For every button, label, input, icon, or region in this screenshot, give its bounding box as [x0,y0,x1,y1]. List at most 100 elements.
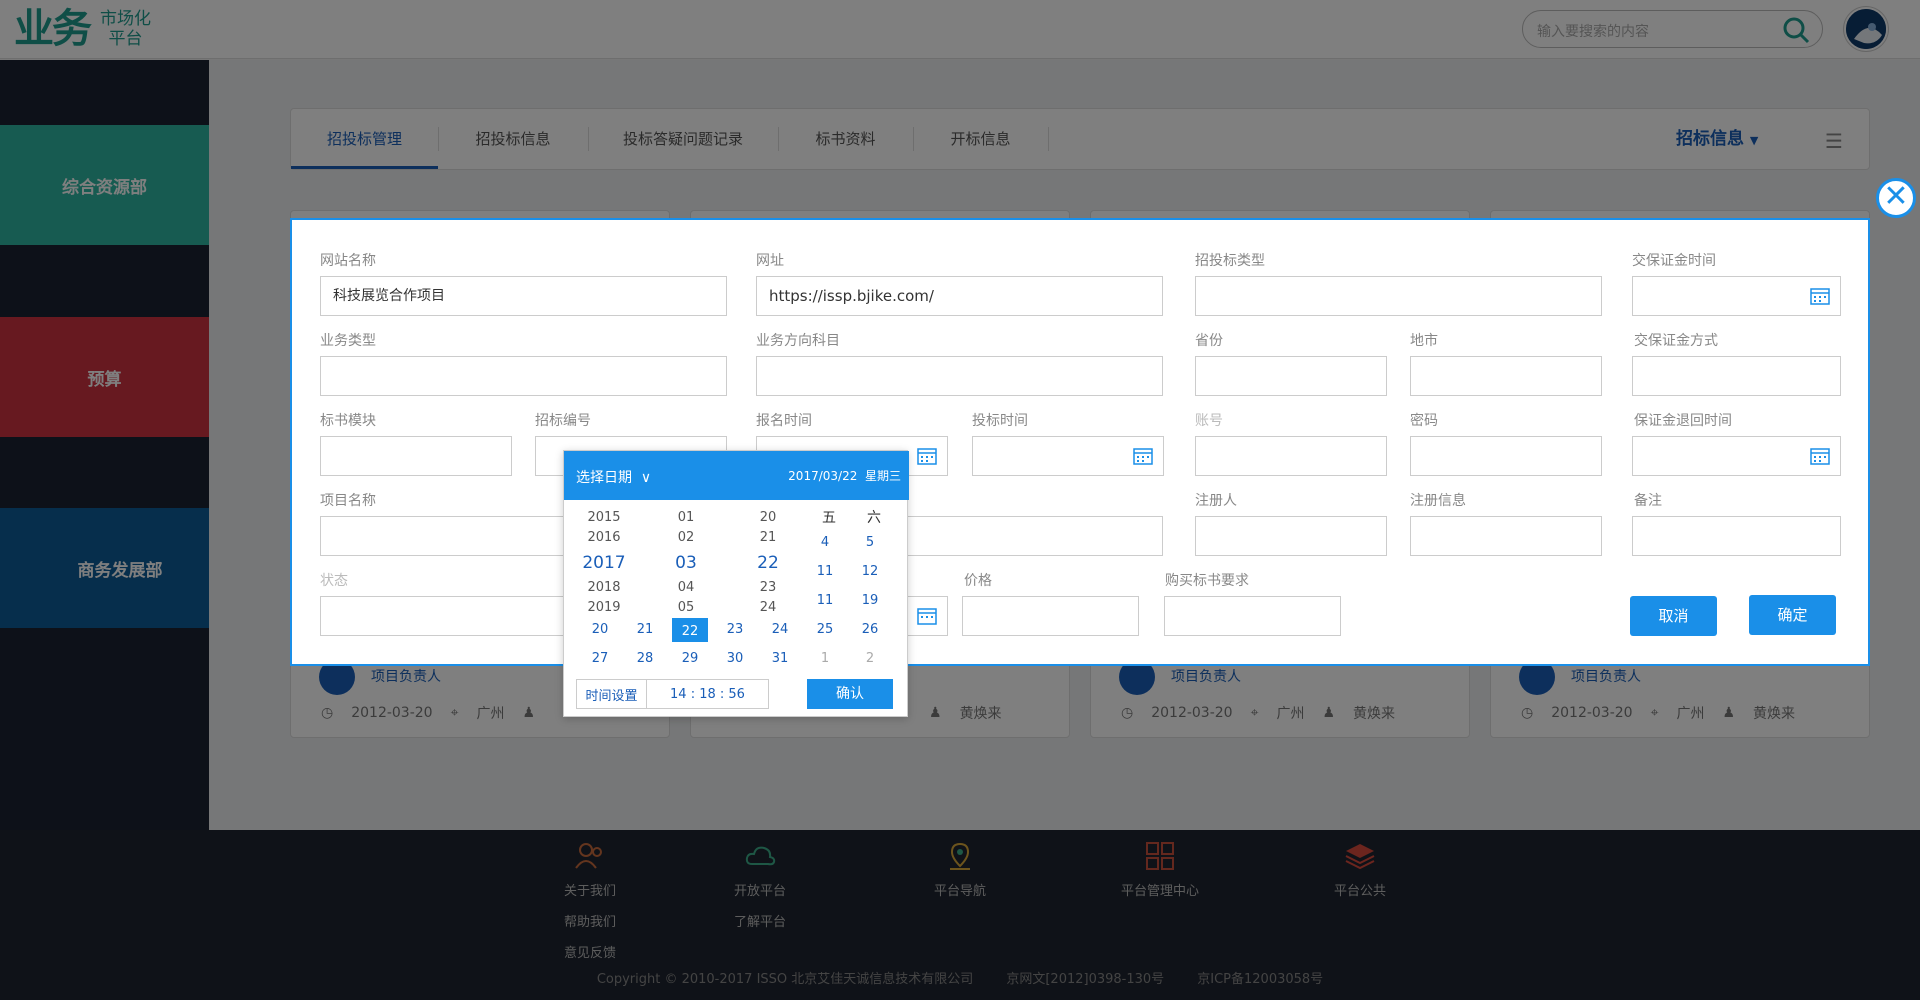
status-label: 状态 [320,573,348,589]
date-picker-title[interactable]: 选择日期 ∨ [576,467,651,487]
year-option[interactable]: 2018 [564,578,644,598]
registrant-input[interactable] [1195,516,1387,556]
calendar-day[interactable]: 31 [762,647,798,671]
date-confirm-button[interactable]: 确认 [807,679,893,709]
account-input[interactable] [1195,436,1387,476]
time-value[interactable]: 14 : 18 : 56 [647,680,768,708]
deposit-return-label: 保证金退回时间 [1634,413,1732,429]
calendar-day[interactable]: 29 [672,647,708,671]
calendar-icon[interactable] [917,447,937,465]
calendar-day[interactable]: 2 [852,647,888,671]
calendar-icon[interactable] [1133,447,1153,465]
deposit-time-label: 交保证金时间 [1632,253,1716,269]
password-input[interactable] [1410,436,1602,476]
day-option[interactable]: 23 [728,578,808,598]
month-option[interactable]: 02 [646,528,726,548]
month-option-selected[interactable]: 03 [646,548,726,578]
time-setting[interactable]: 时间设置 14 : 18 : 56 [576,679,769,709]
calendar-day[interactable]: 1 [807,647,843,671]
confirm-button[interactable]: 确定 [1749,595,1836,635]
calendar-day[interactable]: 11 [807,589,843,613]
calendar-icon[interactable] [917,607,937,625]
reg-info-label: 注册信息 [1410,493,1466,509]
biz-dir-input[interactable] [756,356,1163,396]
price-label: 价格 [964,573,992,589]
url-input[interactable]: https://issp.bjike.com/ [756,276,1163,316]
price-input[interactable] [962,596,1139,636]
year-option[interactable]: 2019 [564,598,644,618]
biz-type-input[interactable] [320,356,727,396]
city-input[interactable] [1410,356,1602,396]
deposit-method-input[interactable] [1632,356,1841,396]
calendar-day[interactable]: 24 [762,618,798,642]
biz-dir-label: 业务方向科目 [756,333,840,349]
calendar-day[interactable]: 4 [807,531,843,555]
close-button[interactable]: ✕ [1876,178,1916,218]
city-label: 地市 [1410,333,1438,349]
date-roller: 2015 2016 2017 2018 2019 01 02 03 04 05 … [564,500,811,631]
calendar-day[interactable]: 11 [807,560,843,584]
calendar-day[interactable]: 22 [672,618,708,642]
calendar-day[interactable]: 23 [717,618,753,642]
buy-req-label: 购买标书要求 [1165,573,1249,589]
edit-modal: 网站名称 科技展览合作项目 网址 https://issp.bjike.com/… [290,218,1870,666]
calendar-icon[interactable] [1810,447,1830,465]
biz-type-label: 业务类型 [320,333,376,349]
year-option[interactable]: 2015 [564,508,644,528]
site-name-input[interactable]: 科技展览合作项目 [320,276,727,316]
site-name-label: 网站名称 [320,253,376,269]
deposit-method-label: 交保证金方式 [1634,333,1718,349]
calendar-day[interactable]: 20 [582,618,618,642]
selected-date: 2017/03/22 [788,469,858,483]
calendar-day[interactable]: 19 [852,589,888,613]
calendar-day[interactable]: 30 [717,647,753,671]
bid-time-input[interactable] [972,436,1164,476]
calendar-icon[interactable] [1810,287,1830,305]
time-setting-label: 时间设置 [577,680,647,708]
province-input[interactable] [1195,356,1387,396]
calendar-day[interactable]: 27 [582,647,618,671]
remark-input[interactable] [1632,516,1841,556]
day-roller[interactable]: 20 21 22 23 24 [728,500,808,631]
calendar-day[interactable]: 28 [627,647,663,671]
calendar-day[interactable]: 25 [807,618,843,642]
weekday-header: 六 [867,510,881,526]
calendar-day[interactable]: 26 [852,618,888,642]
bid-type-input[interactable] [1195,276,1602,316]
calendar-day[interactable]: 12 [852,560,888,584]
calendar-day[interactable]: 21 [627,618,663,642]
bid-no-label: 招标编号 [535,413,591,429]
month-option[interactable]: 01 [646,508,726,528]
day-option[interactable]: 24 [728,598,808,618]
deposit-return-input[interactable] [1632,436,1841,476]
calendar-day[interactable]: 5 [852,531,888,555]
bid-time-label: 投标时间 [972,413,1028,429]
deposit-time-input[interactable] [1632,276,1841,316]
url-label: 网址 [756,253,784,269]
month-roller[interactable]: 01 02 03 04 05 [646,500,726,631]
doc-module-label: 标书模块 [320,413,376,429]
weekday-header: 五 [822,510,836,526]
day-option[interactable]: 20 [728,508,808,528]
date-picker-title-text: 选择日期 [576,470,632,486]
month-option[interactable]: 04 [646,578,726,598]
year-roller[interactable]: 2015 2016 2017 2018 2019 [564,500,644,631]
day-option-selected[interactable]: 22 [728,548,808,578]
reg-info-input[interactable] [1410,516,1602,556]
buy-req-input[interactable] [1164,596,1341,636]
doc-module-input[interactable] [320,436,512,476]
day-option[interactable]: 21 [728,528,808,548]
password-label: 密码 [1410,413,1438,429]
month-option[interactable]: 05 [646,598,726,618]
account-label: 账号 [1195,413,1223,429]
cancel-button[interactable]: 取消 [1630,596,1717,636]
year-option-selected[interactable]: 2017 [564,548,644,578]
date-picker: 选择日期 ∨ 2017/03/22 星期三 2015 2016 2017 201… [563,450,909,717]
province-label: 省份 [1195,333,1223,349]
remark-label: 备注 [1634,493,1662,509]
date-picker-selected: 2017/03/22 星期三 [788,467,901,484]
project-name-label: 项目名称 [320,493,376,509]
year-option[interactable]: 2016 [564,528,644,548]
registrant-label: 注册人 [1195,493,1237,509]
signup-time-label: 报名时间 [756,413,812,429]
